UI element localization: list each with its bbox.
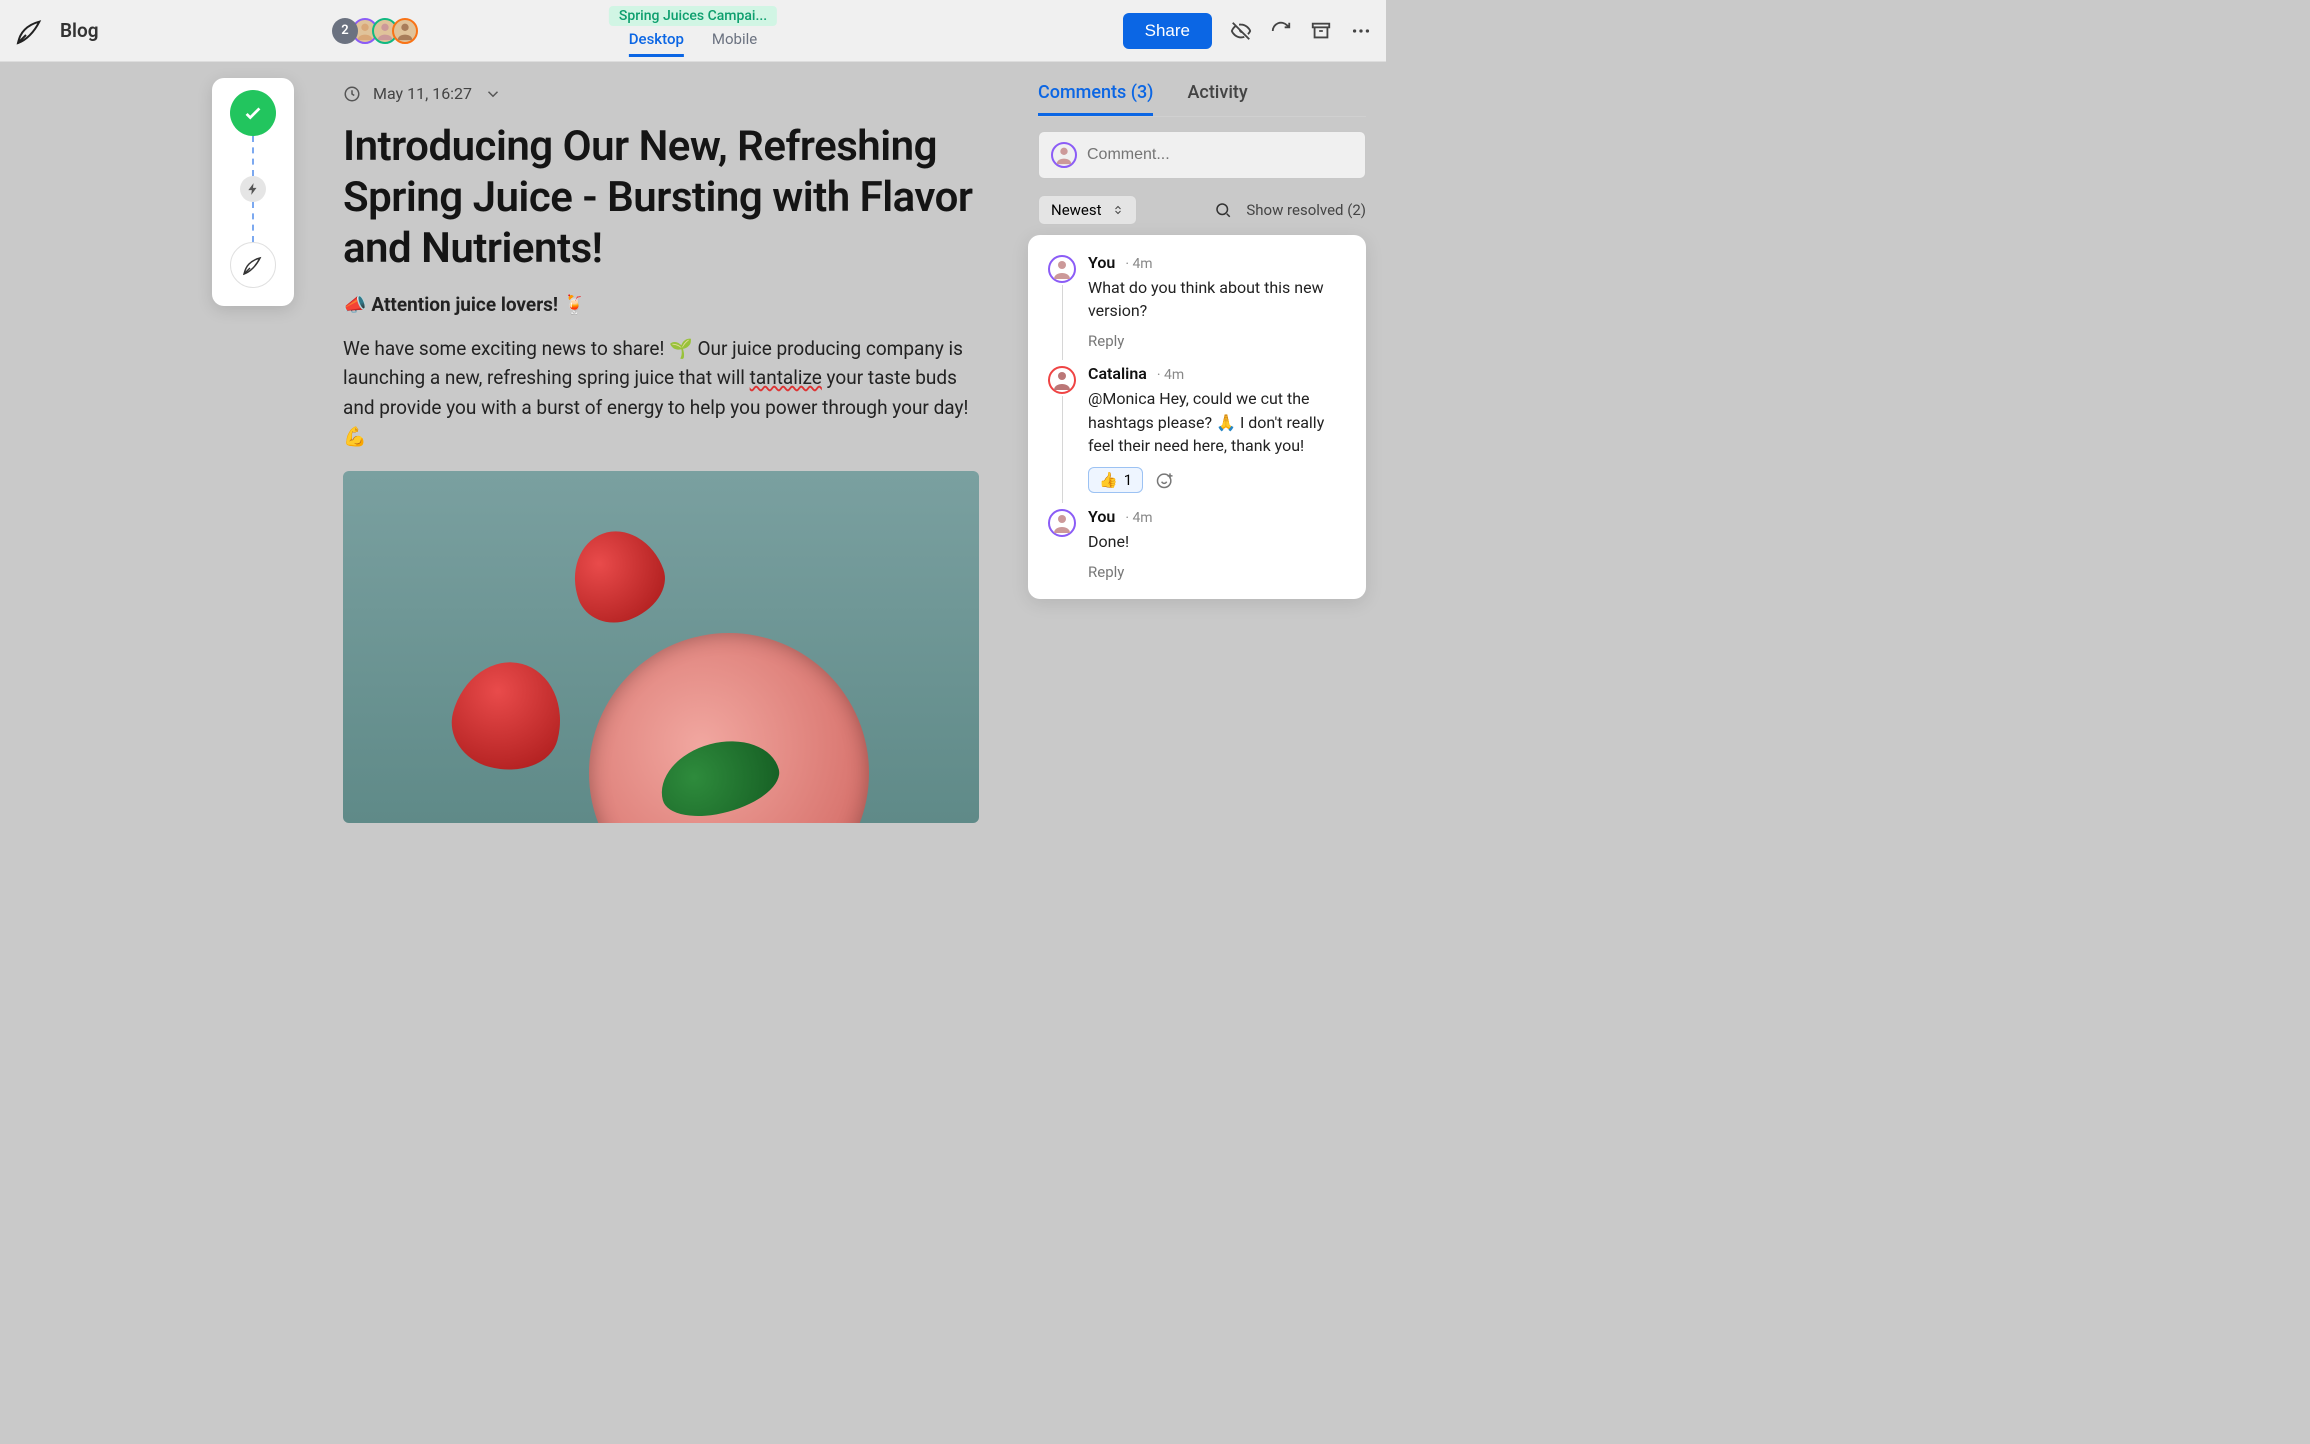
post-hero-image <box>343 471 979 823</box>
tab-mobile[interactable]: Mobile <box>712 30 757 57</box>
comment-header: You · 4m <box>1088 253 1346 272</box>
lead-text: Attention juice lovers! <box>371 293 558 316</box>
spellcheck-word[interactable]: tantalize <box>750 366 822 389</box>
header-right: Share <box>1123 13 1372 49</box>
avatar <box>1048 255 1076 283</box>
comment-body: @Monica Hey, could we cut the hashtags p… <box>1088 387 1346 457</box>
comment-filter-row: Newest Show resolved (2) <box>1038 195 1366 225</box>
lead-emoji-suffix: 🍹 <box>558 293 586 316</box>
device-tabs: Desktop Mobile <box>629 30 757 57</box>
archive-icon[interactable] <box>1310 20 1332 42</box>
reaction-pill[interactable]: 👍 1 <box>1088 467 1143 493</box>
comment-time: · 4m <box>1125 510 1152 526</box>
workflow-step-write[interactable] <box>230 242 276 288</box>
share-button[interactable]: Share <box>1123 13 1212 49</box>
reaction-count: 1 <box>1124 471 1132 489</box>
thread-line <box>1062 285 1063 360</box>
quill-logo-icon <box>14 15 46 47</box>
post-lead: 📣 Attention juice lovers! 🍹 <box>343 293 979 316</box>
comment-item: You · 4m Done! Reply <box>1048 507 1346 581</box>
show-resolved-toggle[interactable]: Show resolved (2) <box>1246 201 1366 219</box>
comment-thread: You · 4m What do you think about this ne… <box>1028 235 1366 599</box>
page-title: Blog <box>60 19 99 42</box>
search-icon[interactable] <box>1214 201 1232 219</box>
comment-header: Catalina · 4m <box>1088 364 1346 383</box>
header-left: Blog <box>14 15 99 47</box>
tab-comments[interactable]: Comments (3) <box>1038 82 1153 116</box>
avatar <box>1051 142 1077 168</box>
lead-emoji-prefix: 📣 <box>343 293 371 316</box>
visibility-off-icon[interactable] <box>1230 20 1252 42</box>
tab-activity[interactable]: Activity <box>1187 82 1247 116</box>
post-date: May 11, 16:27 <box>373 84 472 103</box>
comments-panel: Comments (3) Activity Newest Show resolv… <box>1038 82 1366 599</box>
comment-time: · 4m <box>1157 367 1184 383</box>
thread-line <box>1062 396 1063 503</box>
comment-body: Done! <box>1088 530 1346 553</box>
workflow-step-done[interactable] <box>230 90 276 136</box>
avatar-overflow-count[interactable]: 2 <box>332 18 358 44</box>
post-title: Introducing Our New, Refreshing Spring J… <box>343 121 979 275</box>
add-reaction-icon[interactable] <box>1155 470 1175 490</box>
reply-button[interactable]: Reply <box>1088 332 1346 350</box>
comment-author: You <box>1088 507 1115 526</box>
more-icon[interactable] <box>1350 20 1372 42</box>
post-date-row[interactable]: May 11, 16:27 <box>343 84 979 103</box>
app-header: Blog 2 Spring Juices Campai... Desktop M… <box>0 0 1386 62</box>
reaction-emoji: 👍 <box>1099 471 1118 489</box>
comment-body: What do you think about this new version… <box>1088 276 1346 322</box>
timeline-connector-2 <box>252 202 254 242</box>
campaign-pill[interactable]: Spring Juices Campai... <box>609 6 777 26</box>
reaction-row: 👍 1 <box>1088 467 1346 493</box>
post-body: We have some exciting news to share! 🌱 O… <box>343 334 979 452</box>
workflow-step-automation[interactable] <box>240 176 266 202</box>
resolved-toggle-row: Show resolved (2) <box>1214 201 1366 219</box>
workflow-timeline <box>212 78 294 306</box>
sort-label: Newest <box>1051 201 1102 219</box>
comment-time: · 4m <box>1125 256 1152 272</box>
image-strawberry <box>442 650 574 782</box>
comment-author: You <box>1088 253 1115 272</box>
clock-icon <box>343 85 361 103</box>
sort-chevron-icon <box>1112 204 1124 216</box>
quill-icon <box>241 253 265 277</box>
bolt-icon <box>246 182 260 196</box>
avatar-3[interactable] <box>392 18 418 44</box>
comment-input[interactable] <box>1087 146 1353 164</box>
timeline-connector <box>252 136 254 176</box>
comment-item: You · 4m What do you think about this ne… <box>1048 253 1346 350</box>
sort-dropdown[interactable]: Newest <box>1038 195 1137 225</box>
sidebar-tabs: Comments (3) Activity <box>1038 82 1366 117</box>
reply-button[interactable]: Reply <box>1088 563 1346 581</box>
image-strawberry <box>560 519 675 634</box>
collaborator-avatars[interactable]: 2 <box>332 18 418 44</box>
header-center: Spring Juices Campai... Desktop Mobile <box>609 6 777 57</box>
comment-compose[interactable] <box>1038 131 1366 179</box>
comment-item: Catalina · 4m @Monica Hey, could we cut … <box>1048 364 1346 493</box>
avatar <box>1048 509 1076 537</box>
avatar <box>1048 366 1076 394</box>
refresh-icon[interactable] <box>1270 20 1292 42</box>
comment-header: You · 4m <box>1088 507 1346 526</box>
tab-desktop[interactable]: Desktop <box>629 30 684 57</box>
check-icon <box>242 102 264 124</box>
post-content: May 11, 16:27 Introducing Our New, Refre… <box>343 84 979 823</box>
chevron-down-icon[interactable] <box>484 85 502 103</box>
comment-author: Catalina <box>1088 364 1147 383</box>
